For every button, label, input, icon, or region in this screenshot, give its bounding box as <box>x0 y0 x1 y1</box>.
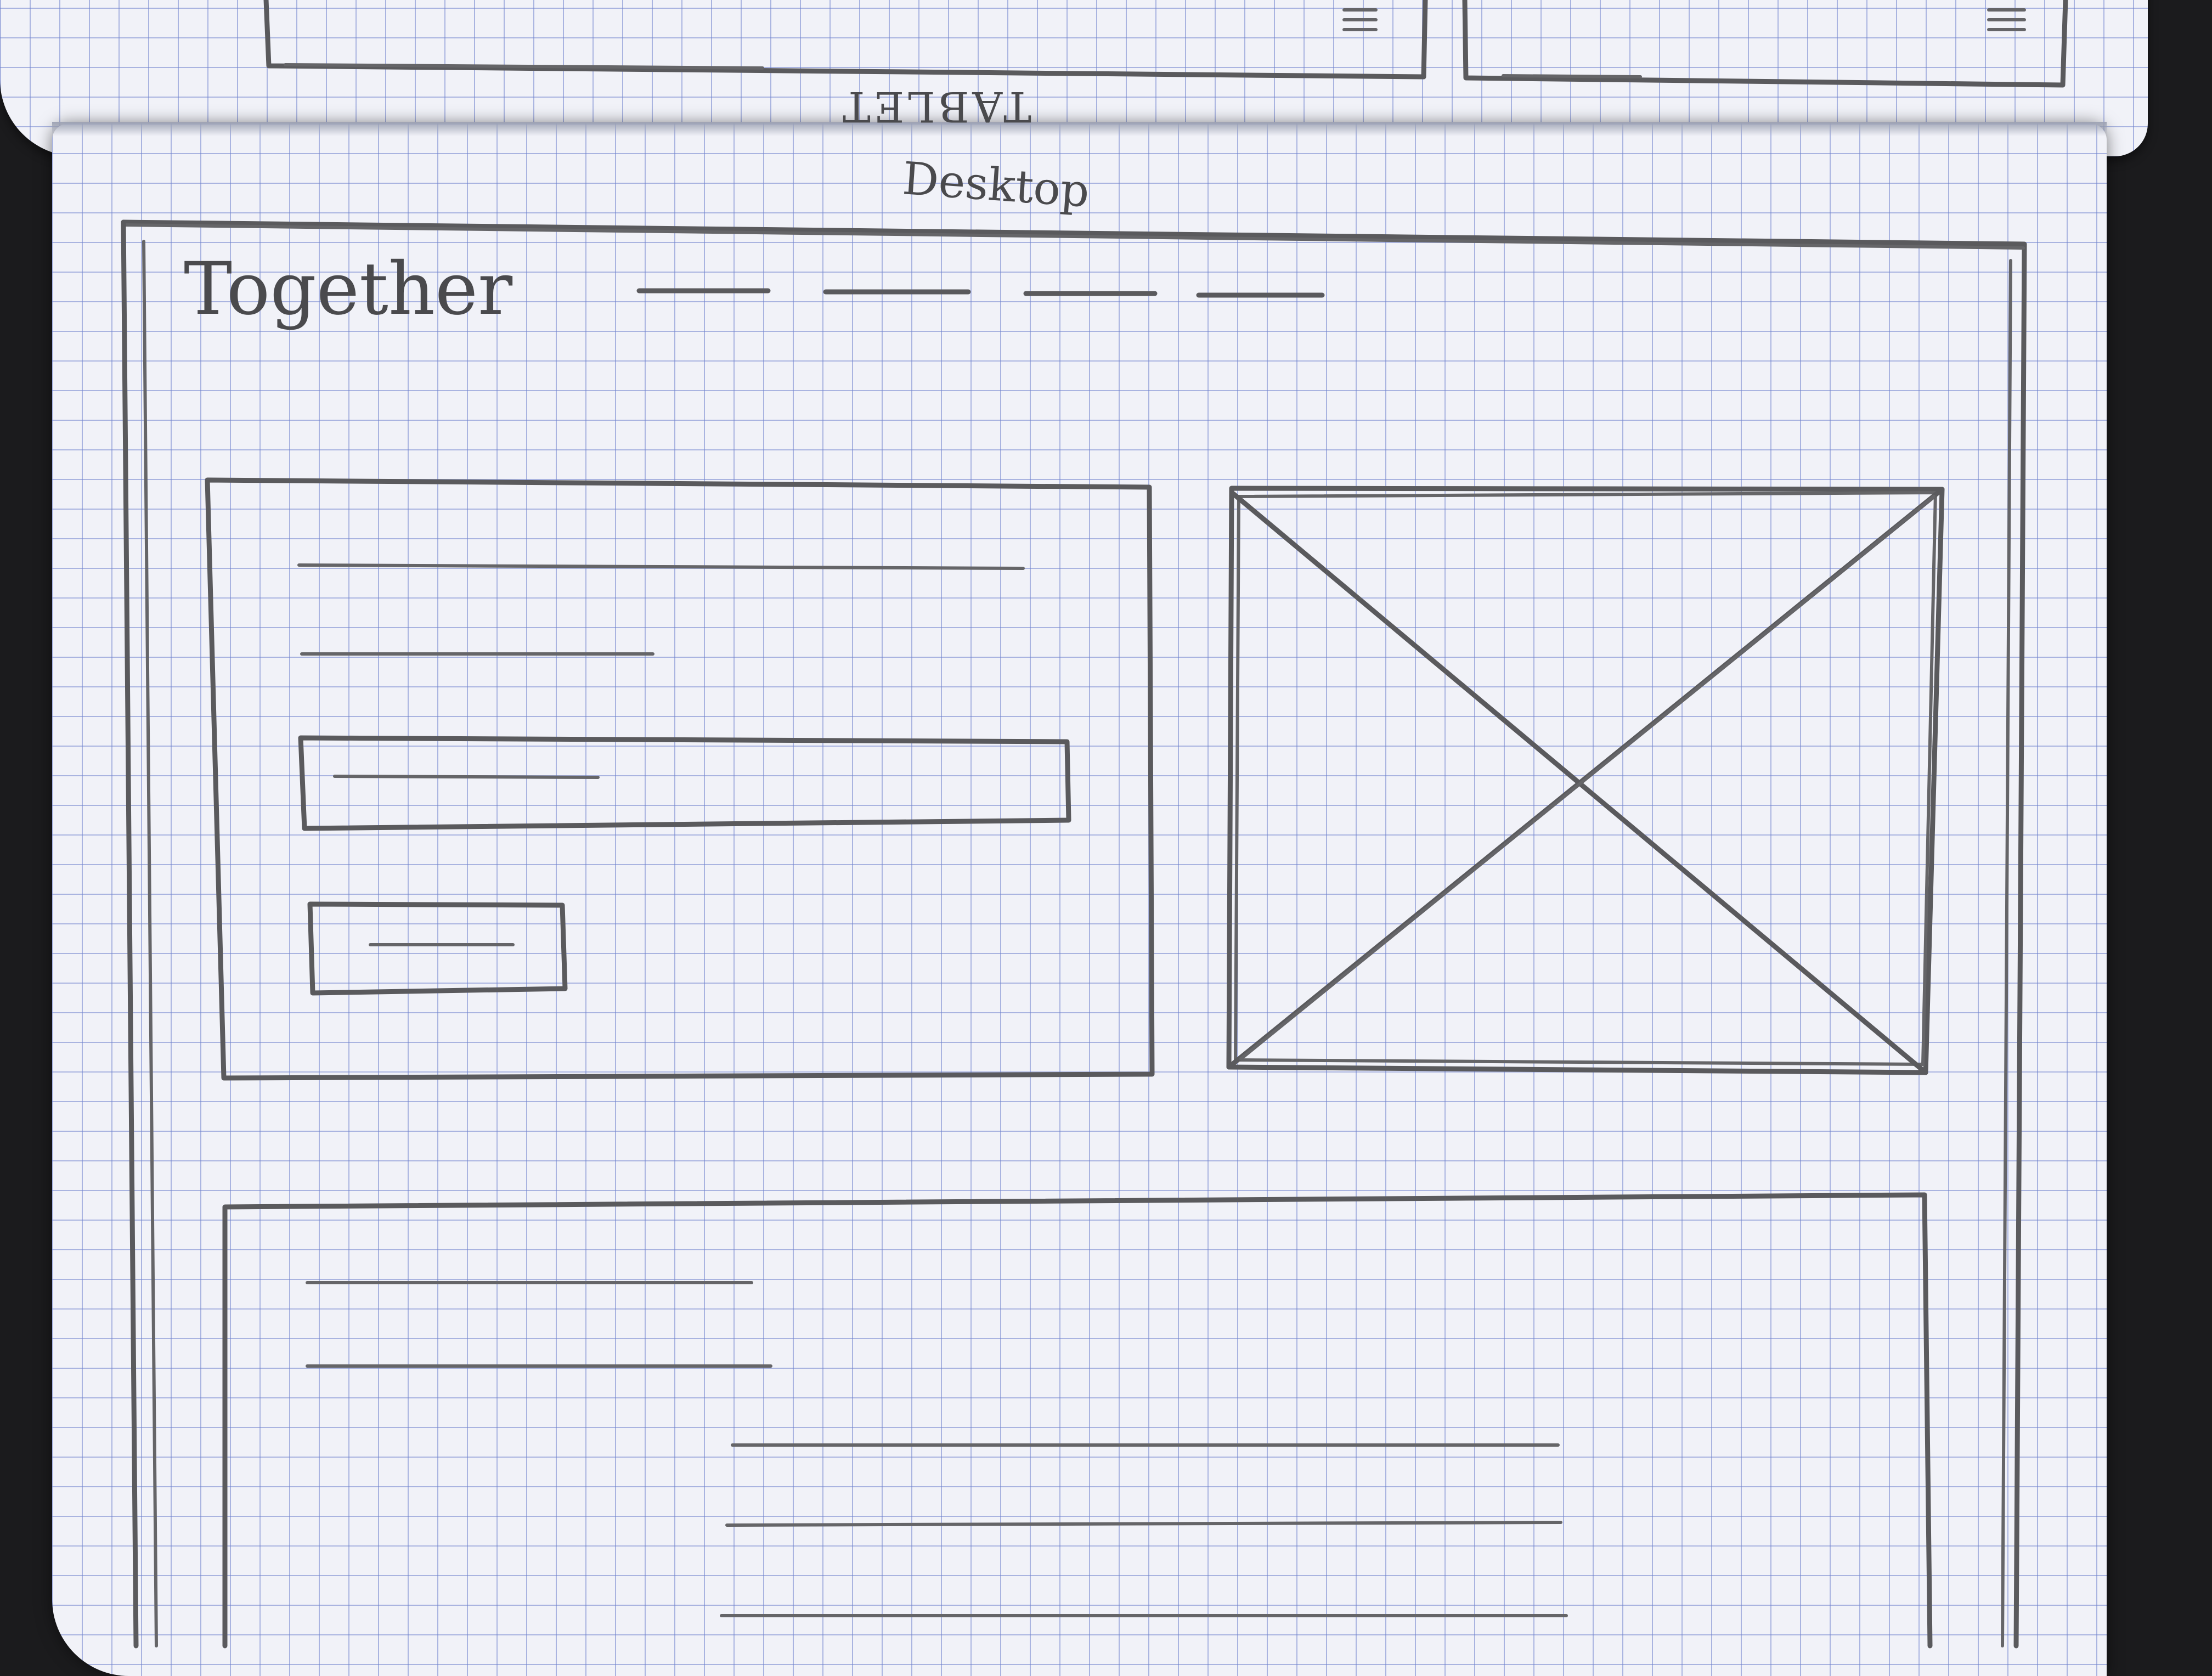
brand-logo: Together <box>184 247 513 331</box>
tablet-label: TABLET <box>839 82 1031 131</box>
notebook-page <box>52 123 2107 1676</box>
page-binding-shadow <box>52 122 2107 136</box>
